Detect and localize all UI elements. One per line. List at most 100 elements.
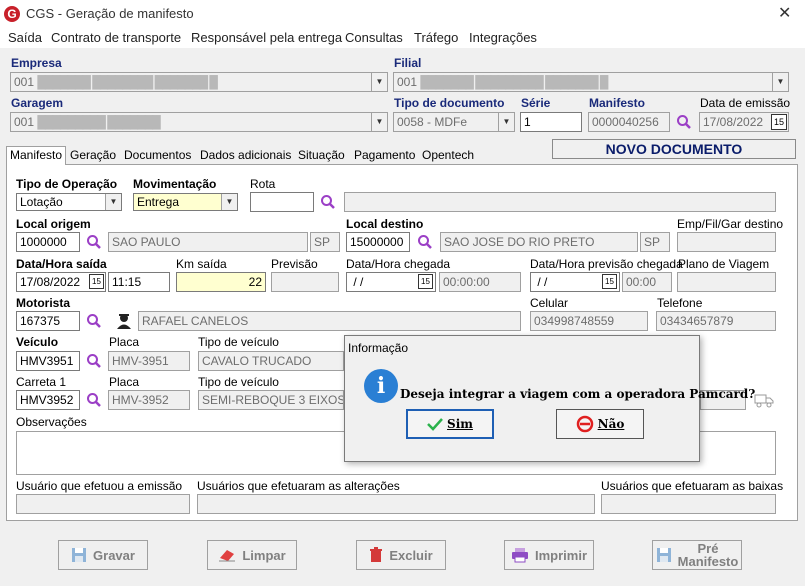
info-icon: i <box>364 369 398 403</box>
local-destino-code[interactable]: 15000000 <box>346 232 410 252</box>
pre-manifesto-label: Pré Manifesto <box>677 541 739 569</box>
sim-button[interactable]: Sim <box>406 409 494 439</box>
manifesto-input[interactable]: 0000040256 <box>588 112 670 132</box>
local-origem-uf: SP <box>310 232 340 252</box>
data-chegada-label: Data/Hora chegada <box>346 257 451 271</box>
filial-label: Filial <box>394 56 422 70</box>
veiculo-label: Veículo <box>16 335 59 349</box>
excluir-button[interactable]: Excluir <box>356 540 446 570</box>
local-destino-city: SAO JOSE DO RIO PRETO <box>440 232 638 252</box>
search-icon[interactable] <box>86 234 102 250</box>
motorista-label: Motorista <box>16 296 70 310</box>
serie-input[interactable]: 1 <box>520 112 582 132</box>
tab-opentech[interactable]: Opentech <box>418 146 478 165</box>
data-previsao-chegada-label: Data/Hora previsão chegada <box>530 257 683 271</box>
tab-dados-adicionais[interactable]: Dados adicionais <box>196 146 295 165</box>
menu-responsavel[interactable]: Responsável pela entrega <box>191 30 342 45</box>
carreta-tipo: SEMI-REBOQUE 3 EIXOS <box>198 390 344 410</box>
tab-manifesto[interactable]: Manifesto <box>6 146 67 166</box>
tipo-documento-label: Tipo de documento <box>394 96 505 110</box>
gravar-button[interactable]: Gravar <box>58 540 148 570</box>
calendar-icon[interactable]: 15 <box>602 274 617 289</box>
motorista-name: RAFAEL CANELOS <box>138 311 521 331</box>
menu-contrato[interactable]: Contrato de transporte <box>51 30 181 45</box>
status-badge: NOVO DOCUMENTO <box>552 139 796 159</box>
tab-pagamento[interactable]: Pagamento <box>350 146 419 165</box>
manifesto-label: Manifesto <box>589 96 646 110</box>
rota-description <box>344 192 776 212</box>
usuario-emissao-label: Usuário que efetuou a emissão <box>16 479 183 493</box>
chevron-down-icon[interactable]: ▼ <box>221 194 237 210</box>
data-saida-time[interactable]: 11:15 <box>108 272 170 292</box>
celular-input: 034998748559 <box>530 311 648 331</box>
close-icon[interactable]: ✕ <box>778 3 791 23</box>
limpar-button[interactable]: Limpar <box>207 540 297 570</box>
veiculo-code[interactable]: HMV3951 <box>16 351 80 371</box>
imprimir-button[interactable]: Imprimir <box>504 540 594 570</box>
menu-trafego[interactable]: Tráfego <box>414 30 458 45</box>
imprimir-label: Imprimir <box>534 547 587 563</box>
search-icon[interactable] <box>417 234 433 250</box>
rota-input[interactable] <box>250 192 314 212</box>
tab-geracao[interactable]: Geração <box>66 146 120 165</box>
veiculo-tipo-label: Tipo de veículo <box>198 335 279 349</box>
chevron-down-icon[interactable]: ▼ <box>371 73 387 91</box>
trash-icon <box>370 547 383 562</box>
truck-icon[interactable] <box>754 392 774 408</box>
empresa-select[interactable]: 001 ███████ ████████ ███████ █ ▼ <box>10 72 388 92</box>
movimentacao-select[interactable]: Entrega ▼ <box>133 193 238 211</box>
chevron-down-icon[interactable]: ▼ <box>772 73 788 91</box>
search-icon[interactable] <box>86 313 102 329</box>
dialog-body: i Deseja integrar a viagem com a operado… <box>346 359 755 461</box>
km-saida-input[interactable]: 22 <box>176 272 266 292</box>
tipo-operacao-select[interactable]: Lotação ▼ <box>16 193 122 211</box>
menu-consultas[interactable]: Consultas <box>345 30 403 45</box>
observacoes-label: Observações <box>16 415 87 429</box>
data-emissao-label: Data de emissão <box>700 96 791 110</box>
search-icon[interactable] <box>676 114 692 130</box>
motorista-code[interactable]: 167375 <box>16 311 80 331</box>
tipo-documento-select[interactable]: 0058 - MDFe ▼ <box>393 112 515 132</box>
driver-icon[interactable] <box>115 312 133 330</box>
menu-integracoes[interactable]: Integrações <box>469 30 537 45</box>
pre-manifesto-button[interactable]: Pré Manifesto <box>652 540 742 570</box>
search-icon[interactable] <box>320 194 336 210</box>
emp-destino-label: Emp/Fil/Gar destino <box>677 217 784 231</box>
limpar-label: Limpar <box>242 547 286 563</box>
km-saida-label: Km saída <box>176 257 227 271</box>
filial-select[interactable]: 001 ███████ █████████ ███████ █ ▼ <box>393 72 789 92</box>
veiculo-tipo: CAVALO TRUCADO <box>198 351 344 371</box>
local-origem-city: SAO PAULO <box>108 232 308 252</box>
carreta-placa: HMV-3952 <box>108 390 190 410</box>
search-icon[interactable] <box>86 353 102 369</box>
calendar-icon[interactable]: 15 <box>89 274 104 289</box>
chevron-down-icon[interactable]: ▼ <box>105 194 121 210</box>
excluir-label: Excluir <box>389 547 433 563</box>
local-origem-code[interactable]: 1000000 <box>16 232 80 252</box>
menu-saida[interactable]: Saída <box>8 30 42 45</box>
veiculo-placa: HMV-3951 <box>108 351 190 371</box>
tab-documentos[interactable]: Documentos <box>120 146 195 165</box>
forbidden-icon <box>576 415 593 433</box>
celular-label: Celular <box>530 296 569 310</box>
floppy-disk-icon <box>656 548 671 562</box>
chevron-down-icon[interactable]: ▼ <box>498 113 514 131</box>
usuario-baixas-label: Usuários que efetuaram as baixas <box>601 479 784 493</box>
carreta-tipo-label: Tipo de veículo <box>198 375 279 389</box>
chevron-down-icon[interactable]: ▼ <box>371 113 387 131</box>
tab-situacao[interactable]: Situação <box>294 146 349 165</box>
garagem-select[interactable]: 001 █████████ ███████ ▼ <box>10 112 388 132</box>
previsao-input <box>271 272 339 292</box>
usuario-alteracoes-input <box>197 494 595 514</box>
calendar-icon[interactable]: 15 <box>771 114 787 130</box>
plano-viagem-label: Plano de Viagem <box>678 257 770 271</box>
dialog-title: Informação <box>348 341 409 355</box>
previsao-label: Previsão <box>271 257 318 271</box>
usuario-baixas-input <box>601 494 776 514</box>
nao-button[interactable]: Não <box>556 409 644 439</box>
carreta-code[interactable]: HMV3952 <box>16 390 80 410</box>
carreta-placa-label: Placa <box>109 375 140 389</box>
eraser-icon <box>219 550 236 562</box>
calendar-icon[interactable]: 15 <box>418 274 433 289</box>
search-icon[interactable] <box>86 392 102 408</box>
